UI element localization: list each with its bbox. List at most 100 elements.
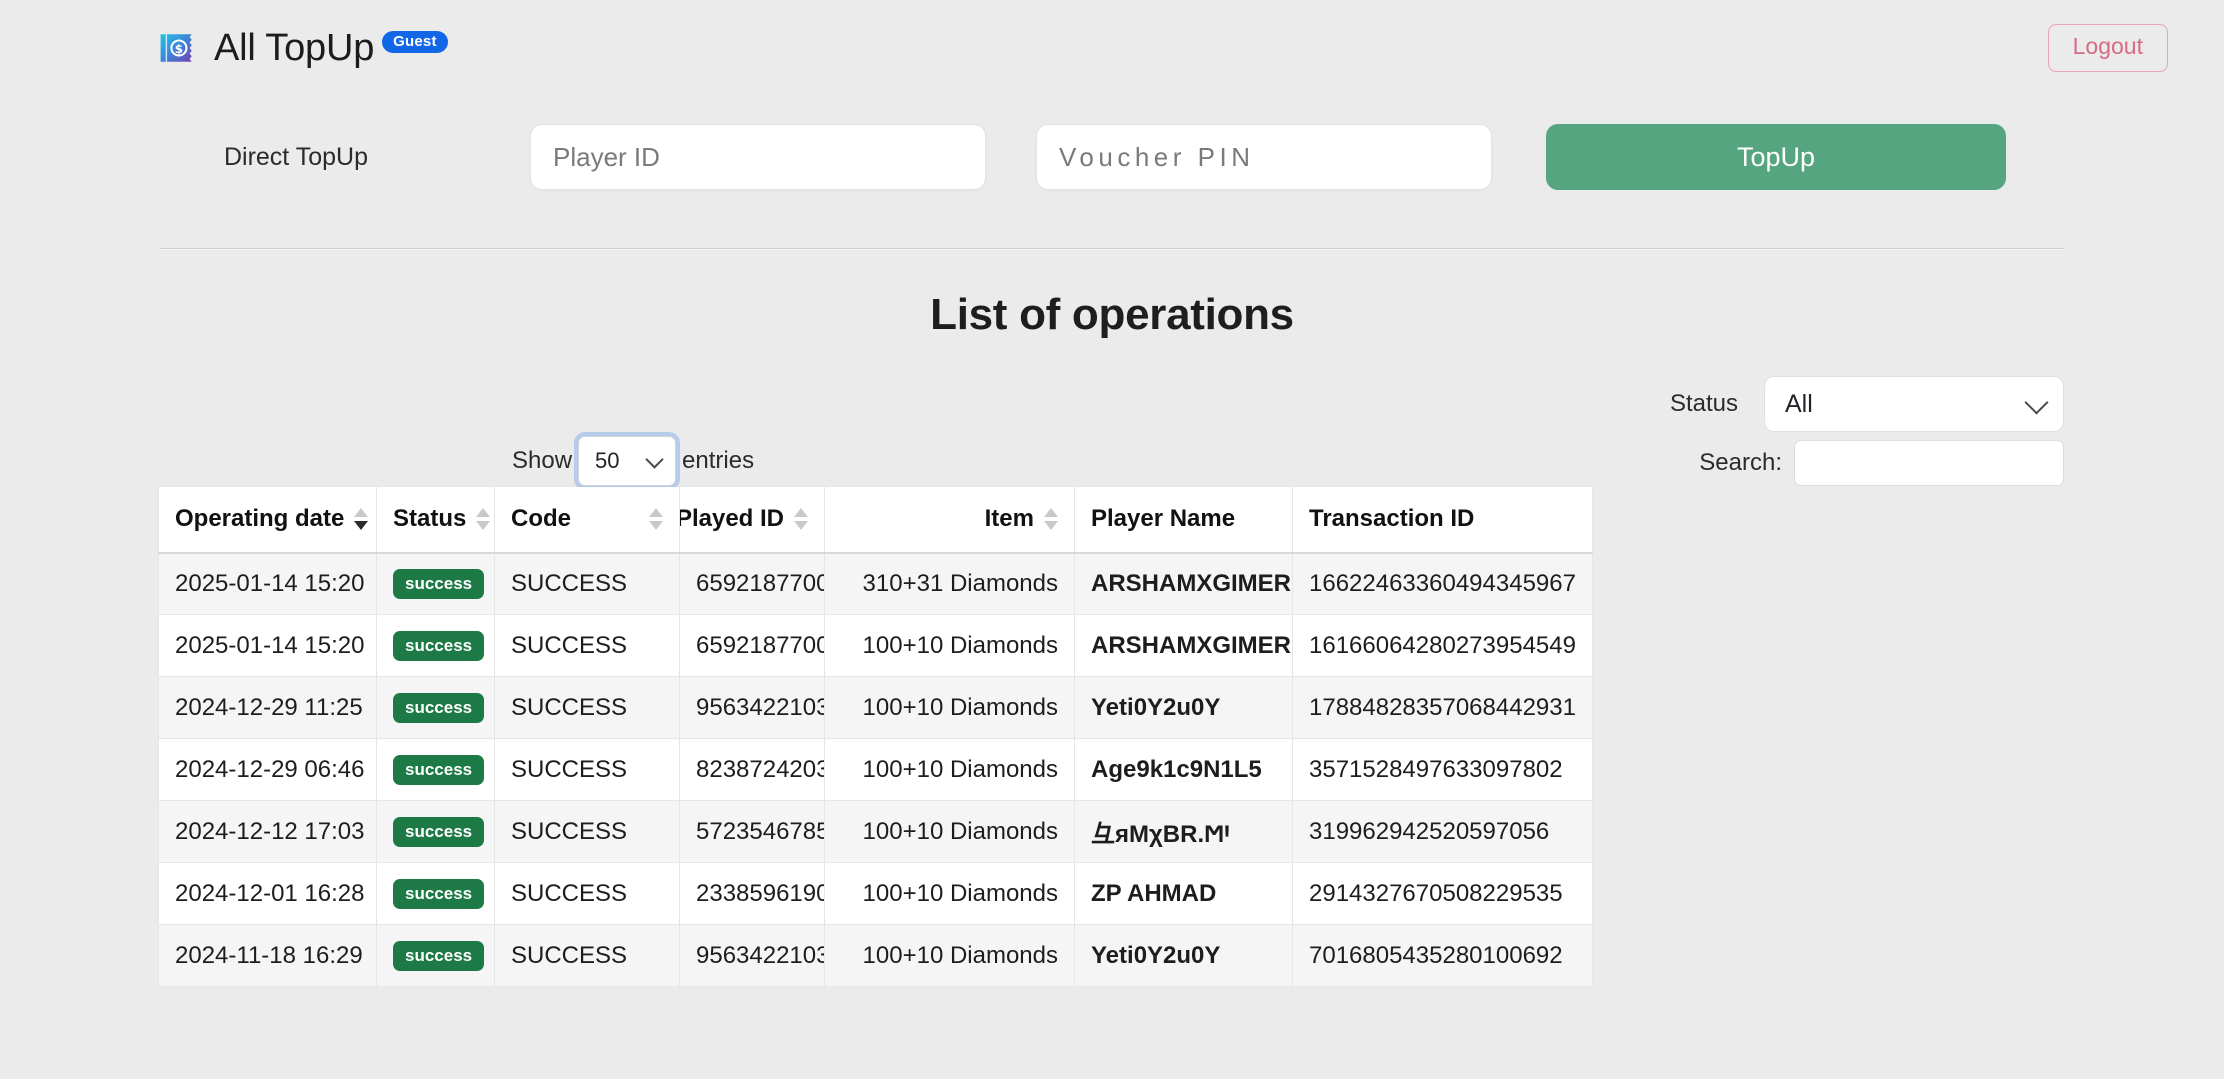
direct-topup-form: Direct TopUp Player ID Voucher PIN TopUp (0, 124, 2224, 190)
cell-code: SUCCESS (494, 800, 680, 863)
voucher-pin-placeholder: Voucher PIN (1059, 141, 1255, 172)
show-entries-control: Show 50 entries (512, 436, 754, 486)
sort-arrows-icon (354, 506, 369, 532)
cell-transaction-id: 17884828357068442931 (1292, 676, 1593, 739)
status-badge: success (393, 941, 485, 971)
cell-status: success (376, 676, 495, 739)
entries-per-page-value: 50 (595, 448, 620, 473)
table-row: 2024-12-01 16:28 success SUCCESS 2338596190… (158, 862, 1593, 925)
column-label: Status (393, 505, 467, 533)
cell-item: 100+10 Diamonds (824, 676, 1075, 739)
role-badge: Guest (382, 31, 448, 53)
table-controls: Status All Show 50 entries Search: (0, 362, 2224, 486)
topup-submit-button[interactable]: TopUp (1546, 124, 2006, 190)
cell-operating-date: 2025-01-14 15:20 (158, 552, 377, 615)
section-title: List of operations (930, 290, 1294, 339)
table-row: 2024-12-29 11:25 success SUCCESS 9563422103… (158, 676, 1593, 739)
page-title: All TopUp Guest (214, 29, 448, 67)
operations-table: Operating date Status Code Played ID Ite… (158, 486, 1593, 987)
column-header-item[interactable]: Item (824, 486, 1075, 554)
cell-operating-date: 2024-12-29 11:25 (158, 676, 377, 739)
search-control: Search: (1699, 440, 2064, 486)
cell-player-name: ARSHAMXGIMER (1074, 552, 1293, 615)
column-header-status[interactable]: Status (376, 486, 495, 554)
status-filter: Status All (1670, 376, 2064, 432)
column-header-player-name[interactable]: Player Name (1074, 486, 1293, 554)
cell-item: 100+10 Diamonds (824, 614, 1075, 677)
column-header-code[interactable]: Code (494, 486, 680, 554)
chevron-down-icon (645, 450, 664, 469)
cell-code: SUCCESS (494, 552, 680, 615)
entries-per-page-select[interactable]: 50 (578, 436, 677, 486)
table-row: 2024-12-12 17:03 success SUCCESS 5723546785… (158, 800, 1593, 863)
column-header-played-id[interactable]: Played ID (679, 486, 825, 554)
section-divider (160, 248, 2064, 250)
cell-operating-date: 2024-12-29 06:46 (158, 738, 377, 801)
cell-player-name: ARSHAMXGIMER (1074, 614, 1293, 677)
cell-code: SUCCESS (494, 738, 680, 801)
player-id-input[interactable]: Player ID (530, 124, 986, 190)
cell-player-name: Yeti0Y2u0Y (1074, 924, 1293, 987)
cell-status: success (376, 924, 495, 987)
cell-transaction-id: 2914327670508229535 (1292, 862, 1593, 925)
sort-arrows-icon (1044, 506, 1058, 532)
cell-player-name: ZP AHMAD (1074, 862, 1293, 925)
cell-player-name: Age9k1c9N1L5 (1074, 738, 1293, 801)
cell-played-id: 6592187700 (679, 614, 825, 677)
cell-operating-date: 2025-01-14 15:20 (158, 614, 377, 677)
table-row: 2024-12-29 06:46 success SUCCESS 8238724203… (158, 738, 1593, 801)
table-row: 2024-11-18 16:29 success SUCCESS 9563422103… (158, 924, 1593, 987)
brand: $ All TopUp Guest (156, 26, 448, 70)
status-badge: success (393, 569, 485, 600)
column-label: Operating date (175, 505, 345, 533)
direct-topup-label: Direct TopUp (223, 142, 369, 171)
cell-code: SUCCESS (494, 862, 680, 925)
status-badge: success (393, 693, 485, 723)
cell-played-id: 8238724203 (679, 738, 825, 801)
cell-played-id: 9563422103 (679, 924, 825, 987)
voucher-dollar-icon: $ (160, 34, 192, 62)
cell-played-id: 2338596190 (679, 862, 825, 925)
column-header-transaction-id[interactable]: Transaction ID (1292, 486, 1593, 554)
column-label: Code (511, 505, 571, 533)
status-badge: success (393, 879, 485, 909)
table-body: 2025-01-14 15:20 success SUCCESS 6592187700… (158, 552, 1593, 987)
table-row: 2025-01-14 15:20 success SUCCESS 6592187700… (158, 552, 1593, 615)
cell-code: SUCCESS (494, 614, 680, 677)
voucher-pin-input[interactable]: Voucher PIN (1036, 124, 1492, 190)
app-header: $ All TopUp Guest Logout (0, 0, 2224, 96)
show-entries-suffix: entries (682, 447, 755, 474)
cell-player-name: Yeti0Y2u0Y (1074, 676, 1293, 739)
search-input[interactable] (1794, 440, 2064, 486)
status-filter-label: Status (1669, 390, 1738, 417)
sort-arrows-icon (649, 506, 663, 532)
table-header-row: Operating date Status Code Played ID Ite… (158, 486, 1593, 554)
cell-operating-date: 2024-12-12 17:03 (158, 800, 377, 863)
status-badge: success (393, 817, 485, 847)
column-label: Transaction ID (1309, 505, 1475, 533)
status-filter-select[interactable]: All (1764, 376, 2064, 432)
show-entries-prefix: Show (512, 447, 573, 474)
cell-code: SUCCESS (494, 676, 680, 739)
cell-transaction-id: 16622463360494345967 (1292, 552, 1593, 615)
cell-item: 100+10 Diamonds (824, 862, 1075, 925)
cell-player-name: 彑ᴙMχBR.ϺꞋ (1074, 800, 1293, 863)
cell-item: 100+10 Diamonds (824, 800, 1075, 863)
table-head: Operating date Status Code Played ID Ite… (158, 486, 1593, 554)
logout-button[interactable]: Logout (2047, 24, 2168, 72)
cell-played-id: 5723546785 (679, 800, 825, 863)
cell-operating-date: 2024-12-01 16:28 (158, 862, 377, 925)
cell-item: 100+10 Diamonds (824, 924, 1075, 987)
svg-text:$: $ (175, 42, 183, 56)
table-row: 2025-01-14 15:20 success SUCCESS 6592187700… (158, 614, 1593, 677)
sort-arrows-icon (476, 506, 491, 532)
cell-item: 310+31 Diamonds (824, 552, 1075, 615)
cell-played-id: 6592187700 (679, 552, 825, 615)
cell-status: success (376, 552, 495, 615)
column-label: Item (984, 505, 1034, 533)
cell-operating-date: 2024-11-18 16:29 (158, 924, 377, 987)
chevron-down-icon (2024, 390, 2049, 415)
cell-status: success (376, 862, 495, 925)
column-header-operating-date[interactable]: Operating date (158, 486, 377, 554)
cell-status: success (376, 800, 495, 863)
